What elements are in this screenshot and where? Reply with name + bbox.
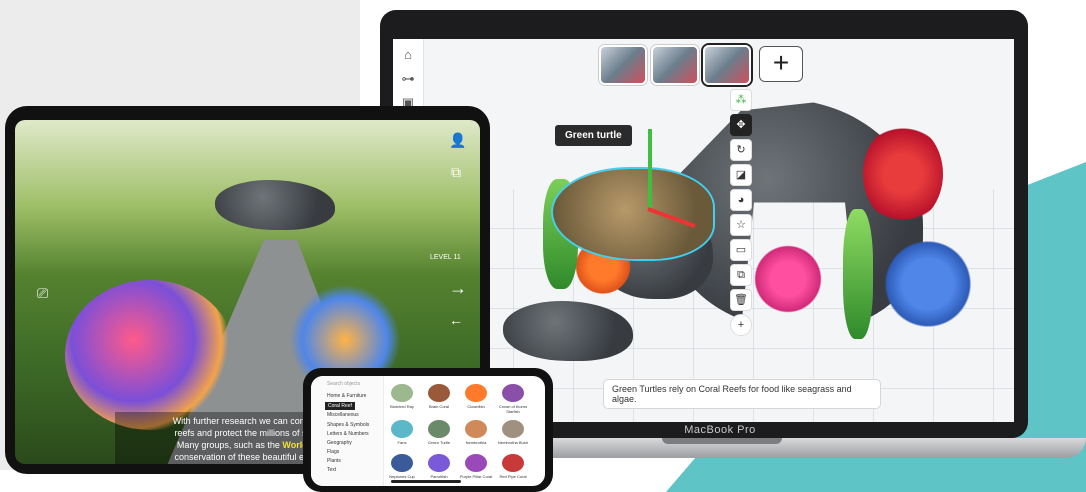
object-label: Clownfish [467, 404, 485, 409]
coral-blue [883, 239, 973, 329]
home-icon[interactable]: ⌂ [400, 47, 416, 63]
neptunes-cup-thumb [391, 454, 413, 472]
object-red-pipe-coral[interactable]: Red Pipe Coral [496, 454, 530, 479]
group-icon[interactable]: ⁂ [730, 89, 752, 111]
category-plants[interactable]: Plants [327, 458, 341, 464]
nembrotha-bush-thumb [502, 420, 524, 438]
duplicate-icon[interactable]: ⧉ [730, 264, 752, 286]
object-toolbar: ⁂ ✥ ↻ ◪ ◕ ☆ ▭ ⧉ 🗑 + [730, 89, 752, 336]
nembrothia-thumb [465, 420, 487, 438]
brain-coral-thumb [428, 384, 450, 402]
object-crown-of-thorns[interactable]: Crown of thorns Starfish [496, 384, 530, 414]
object-label: Green Turtle [427, 440, 451, 445]
object-nembrothia[interactable]: Nembrothia [459, 420, 493, 445]
level-label: LEVEL 11 [430, 254, 461, 261]
object-label: Nembrothia [465, 440, 487, 445]
share-icon[interactable]: ⧉ [451, 164, 461, 181]
blotched-ray-thumb [391, 384, 413, 402]
object-label: Fans [397, 440, 407, 445]
ar-rock-arch [215, 180, 335, 230]
category-coral-reef[interactable]: Coral Reef [325, 402, 355, 410]
home-indicator [391, 480, 461, 483]
arrow-right-icon[interactable]: → [449, 278, 467, 299]
object-neptunes-cup[interactable]: Neptunes Cup [385, 454, 419, 479]
object-label: Purple Pillar Coral [459, 474, 493, 479]
category-text[interactable]: Text [327, 467, 336, 473]
rotate-icon[interactable]: ↻ [730, 139, 752, 161]
object-label: Nembrotha Bush [497, 440, 528, 445]
add-person-icon[interactable]: 👤 [449, 132, 466, 149]
red-pipe-thumb [502, 454, 524, 472]
starfish-thumb [502, 384, 524, 402]
comment-icon[interactable]: ▭ [730, 239, 752, 261]
add-icon[interactable]: + [730, 314, 752, 336]
scene-thumb-1[interactable] [599, 45, 647, 85]
star-icon[interactable]: ☆ [730, 214, 752, 236]
fans-thumb [391, 420, 413, 438]
arrow-left-icon[interactable]: ← [449, 312, 463, 328]
object-label: Blotched Ray [390, 404, 414, 409]
scene-thumb-2[interactable] [651, 45, 699, 85]
parrotfish-thumb [428, 454, 450, 472]
delete-icon[interactable]: 🗑 [730, 289, 752, 311]
object-caption-field[interactable]: Green Turtles rely on Coral Reefs for fo… [603, 379, 881, 409]
ipad-caption-line3-pre: Many groups, such as the [176, 440, 283, 450]
category-shapes-symbols[interactable]: Shapes & Symbols [327, 422, 369, 428]
object-label: Crown of thorns Starfish [498, 404, 528, 414]
object-brain-coral[interactable]: Brain Coral [422, 384, 456, 409]
category-sidebar: Search objects Home & Furniture Coral Re… [311, 376, 384, 486]
selected-object-tooltip: Green turtle [555, 125, 632, 146]
scale-icon[interactable]: ◪ [730, 164, 752, 186]
purple-pillar-thumb [465, 454, 487, 472]
green-turtle-thumb [428, 420, 450, 438]
category-home-furniture[interactable]: Home & Furniture [327, 393, 366, 399]
object-green-turtle[interactable]: Green Turtle [422, 420, 456, 445]
ar-coral-cluster-left [65, 280, 235, 430]
category-miscellaneous[interactable]: Miscellaneous [327, 412, 359, 418]
coral-red [863, 124, 943, 224]
coral-pink [753, 244, 823, 314]
clownfish-thumb [465, 384, 487, 402]
object-fans[interactable]: Fans [385, 420, 419, 445]
object-label: Red Pipe Coral [499, 474, 527, 479]
add-scene-button[interactable]: + [759, 46, 803, 82]
object-clownfish[interactable]: Clownfish [459, 384, 493, 409]
iphone-screen: Search objects Home & Furniture Coral Re… [311, 376, 545, 486]
search-input[interactable]: Search objects [327, 381, 360, 387]
object-purple-pillar-coral[interactable]: Purple Pillar Coral [459, 454, 493, 479]
object-label: Parrotfish [430, 474, 448, 479]
seagrass-green-right [843, 209, 873, 339]
macbook-label: MacBook Pro [684, 424, 756, 436]
camera-icon[interactable]: ⎚ [37, 285, 48, 302]
object-parrotfish[interactable]: Parrotfish [422, 454, 456, 479]
scene-thumb-3[interactable] [703, 45, 751, 85]
macbook-notch [662, 438, 782, 444]
category-letters-numbers[interactable]: Letters & Numbers [327, 431, 369, 437]
gizmo-y-arrow[interactable] [648, 129, 652, 209]
object-label: Brain Coral [428, 404, 449, 409]
category-flags[interactable]: Flags [327, 449, 339, 455]
toggle-icon[interactable]: ⊶ [400, 71, 416, 87]
color-icon[interactable]: ◕ [730, 189, 752, 211]
category-geography[interactable]: Geography [327, 440, 352, 446]
object-blotched-ray[interactable]: Blotched Ray [385, 384, 419, 409]
move-icon[interactable]: ✥ [730, 114, 752, 136]
object-label: Neptunes Cup [389, 474, 415, 479]
object-nembrotha-bush[interactable]: Nembrotha Bush [496, 420, 530, 445]
